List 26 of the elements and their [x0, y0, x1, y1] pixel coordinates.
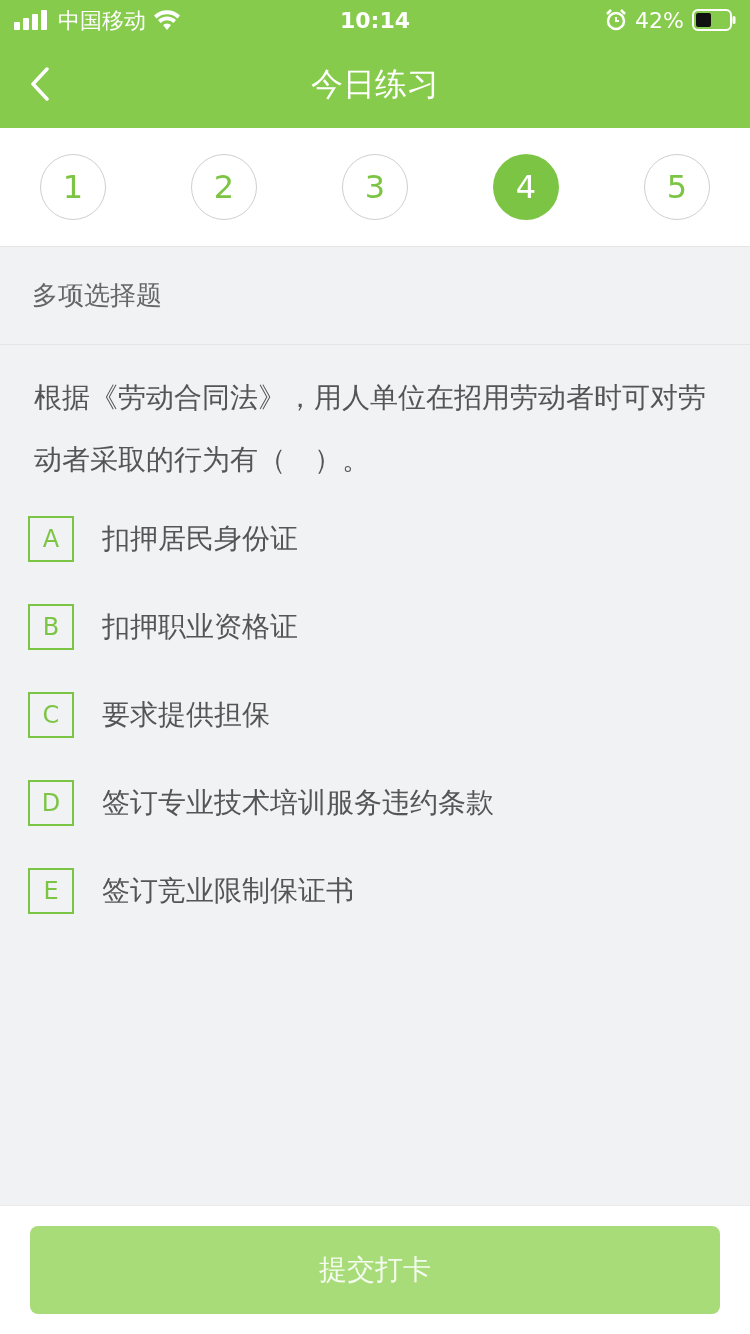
status-time: 10:14 [340, 6, 410, 35]
option-checkbox[interactable]: D [28, 780, 74, 826]
option-text: 要求提供担保 [102, 697, 270, 733]
question-number[interactable]: 3 [342, 154, 408, 220]
question-text: 根据《劳动合同法》，用人单位在招用劳动者时可对劳动者采取的行为有（ ）。 [34, 380, 707, 478]
signal-icon [14, 10, 50, 30]
battery-icon [692, 9, 736, 31]
option-checkbox[interactable]: C [28, 692, 74, 738]
battery-percent: 42% [635, 6, 684, 35]
page-title: 今日练习 [311, 64, 439, 105]
option-text: 扣押职业资格证 [102, 609, 298, 645]
option-checkbox[interactable]: E [28, 868, 74, 914]
alarm-icon [605, 9, 628, 31]
question-number[interactable]: 1 [40, 154, 106, 220]
carrier-name: 中国移动 [58, 6, 146, 35]
question-number[interactable]: 2 [191, 154, 257, 220]
wifi-icon [154, 10, 180, 30]
option-text: 签订竞业限制保证书 [102, 873, 354, 909]
back-icon [30, 67, 50, 101]
question-number[interactable]: 5 [644, 154, 710, 220]
section-title: 多项选择题 [32, 279, 162, 312]
option-checkbox[interactable]: B [28, 604, 74, 650]
option-text: 签订专业技术培训服务违约条款 [102, 785, 494, 821]
question-number[interactable]: 4 [493, 154, 559, 220]
option-text: 扣押居民身份证 [102, 521, 298, 557]
option-checkbox[interactable]: A [28, 516, 74, 562]
